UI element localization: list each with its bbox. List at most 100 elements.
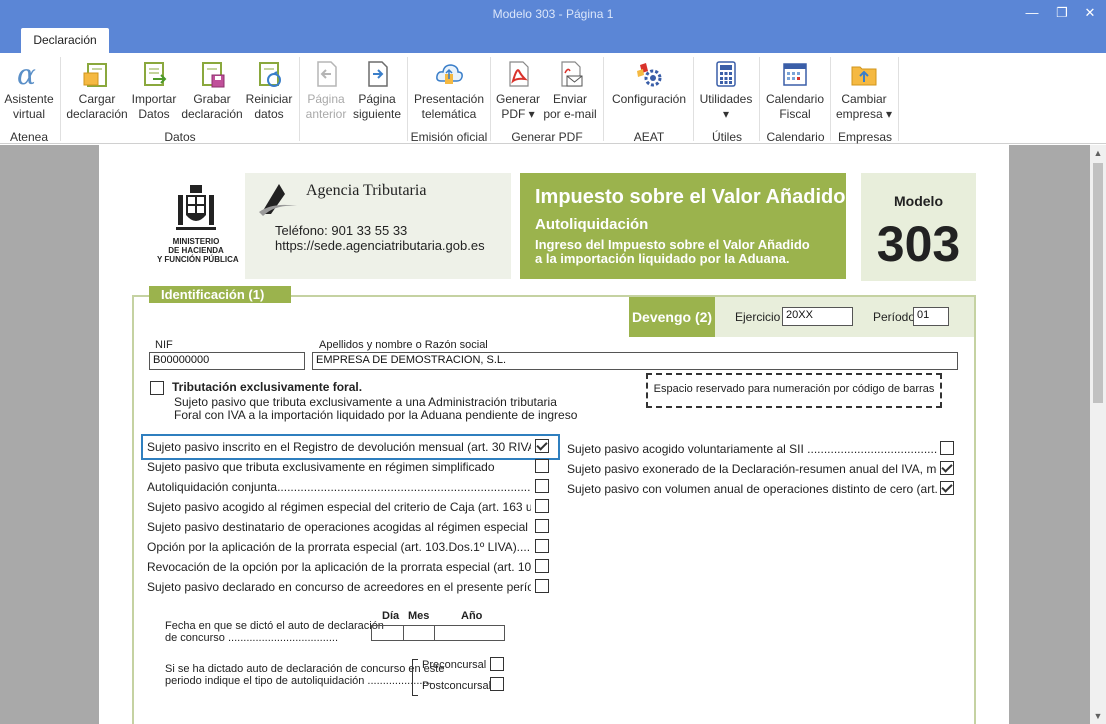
enviar-email-button[interactable]: Enviar por e-mail [543,59,597,122]
check-box[interactable] [535,479,549,493]
check-label: Sujeto pasivo con volumen anual de opera… [567,482,937,496]
agency-url: https://sede.agenciatributaria.gob.es [275,238,485,253]
check-box[interactable] [535,439,549,453]
nif-field[interactable]: B00000000 [149,352,305,370]
group-separator [830,57,831,141]
generar-l1: Generar [495,92,541,106]
foral-title: Tributación exclusivamente foral. [172,380,363,394]
pagina-siguiente-button[interactable]: Página siguiente [352,59,402,122]
group-label-atenea: Atenea [9,130,49,144]
periodo-field[interactable]: 01 [913,307,949,326]
grabar-l1: Grabar [193,92,231,106]
ministry-line1: MINISTERIO [172,237,220,246]
identificacion-label: Identificación (1) [149,286,291,303]
form-page: MINISTERIO DE HACIENDA Y FUNCIÓN PÚBLICA… [99,145,1009,724]
check-box[interactable] [535,559,549,573]
cambiar-l1: Cambiar [841,92,887,106]
importar-datos-button[interactable]: Importar Datos [129,59,179,122]
presentacion-l1: Presentación [413,92,485,106]
dia-label: Día [382,610,400,622]
scroll-down-arrow-icon[interactable]: ▼ [1090,708,1106,724]
calendario-l2: Fiscal [779,107,811,121]
cambiar-empresa-button[interactable]: Cambiar empresa ▾ [834,59,894,122]
calendario-fiscal-button[interactable]: Calendario Fiscal [764,59,826,122]
cambiar-l2: empresa ▾ [835,107,893,121]
cargar-declaracion-button[interactable]: Cargar declaración [66,59,128,122]
check-label: Autoliquidación conjunta................… [147,480,531,494]
siguiente-l1: Página [358,92,396,106]
group-label-generar-pdf: Generar PDF [511,130,583,144]
check-label: Sujeto pasivo acogido al régimen especia… [147,500,531,514]
anterior-l1: Página [307,92,345,106]
tab-declaracion[interactable]: Declaración [21,28,109,53]
asistente-virtual-button[interactable]: α Asistente virtual [3,59,55,122]
ministry-name: MINISTERIO DE HACIENDA Y FUNCIÓN PÚBLICA [157,237,239,264]
reiniciar-datos-button[interactable]: Reiniciar datos [244,59,294,122]
check-box[interactable] [535,499,549,513]
ministry-line2: DE HACIENDA [168,246,224,255]
check-box[interactable] [535,579,549,593]
cargar-l1: Cargar [78,92,116,106]
check-box[interactable] [535,539,549,553]
utilidades-l2: ▾ [722,107,730,121]
group-label-utiles: Útiles [711,130,742,144]
check-box[interactable] [535,519,549,533]
fecha-concurso-line1: Fecha en que se dictó el auto de declara… [165,620,384,632]
razon-social-field[interactable]: EMPRESA DE DEMOSTRACION, S.L. [312,352,958,370]
close-button[interactable]: ✕ [1080,4,1100,22]
enviar-l2: por e-mail [543,107,597,121]
tax-subtitle-3: a la importación liquidado por la Aduana… [535,251,790,266]
utilidades-button[interactable]: Utilidades ▾ [698,59,754,122]
group-separator [299,57,300,141]
anterior-l2: anterior [305,107,347,121]
check-box[interactable] [535,459,549,473]
settings-gear-icon [637,63,662,87]
scroll-up-arrow-icon[interactable]: ▲ [1090,145,1106,161]
check-label: Sujeto pasivo exonerado de la Declaració… [567,462,937,476]
configuracion-button[interactable]: Configuración [609,59,689,107]
mes-label: Mes [408,610,430,622]
scroll-thumb[interactable] [1093,163,1103,403]
pdf-icon [509,61,529,87]
pagina-anterior-button[interactable]: Página anterior [303,59,349,122]
generar-pdf-button[interactable]: Generar PDF ▾ [494,59,542,122]
importar-l1: Importar [131,92,177,106]
group-separator [898,57,899,141]
foral-checkbox[interactable] [150,381,164,395]
fecha-concurso-field[interactable] [371,625,505,641]
check-label: Sujeto pasivo acogido voluntariamente al… [567,442,937,456]
fecha-concurso-line2: de concurso ............................… [165,632,339,644]
preconcursal-checkbox[interactable] [490,657,504,671]
svg-text:α: α [17,59,36,89]
check-box[interactable] [940,441,954,455]
presentacion-l2: telemática [421,107,477,121]
minimize-button[interactable]: — [1022,4,1042,22]
ejercicio-field[interactable]: 20XX [782,307,853,326]
window-title: Modelo 303 - Página 1 [492,7,614,21]
group-label-aeat: AEAT [633,130,665,144]
grabar-declaracion-button[interactable]: Grabar declaración [181,59,243,122]
restore-button[interactable]: ❐ [1052,4,1072,22]
check-box[interactable] [940,461,954,475]
title-bar: Modelo 303 - Página 1 — ❐ ✕ [0,0,1106,28]
vertical-scrollbar[interactable]: ▲ ▼ [1090,145,1106,724]
reiniciar-l1: Reiniciar [245,92,293,106]
check-label: Sujeto pasivo destinatario de operacione… [147,520,531,534]
foral-line2: Foral con IVA a la importación liquidado… [174,408,578,422]
tax-title: Impuesto sobre el Valor Añadido [535,186,846,208]
check-box[interactable] [940,481,954,495]
group-separator [759,57,760,141]
agency-phone: Teléfono: 901 33 55 33 [275,223,408,238]
group-separator [603,57,604,141]
presentacion-telematica-button[interactable]: Presentación telemática [412,59,486,122]
check-label: Sujeto pasivo declarado en concurso de a… [147,580,531,594]
periodo-label: Período [873,310,916,324]
foral-line1: Sujeto pasivo que tributa exclusivamente… [174,395,557,409]
group-label-emision: Emisión oficial [410,130,488,144]
ejercicio-label: Ejercicio [735,310,781,324]
tipo-autoliq-line2: periodo indique el tipo de autoliquidaci… [165,675,432,687]
siguiente-l2: siguiente [352,107,402,121]
postconcursal-checkbox[interactable] [490,677,504,691]
group-label-calendario: Calendario [766,130,825,144]
atenea-alpha-icon: α [17,59,36,89]
